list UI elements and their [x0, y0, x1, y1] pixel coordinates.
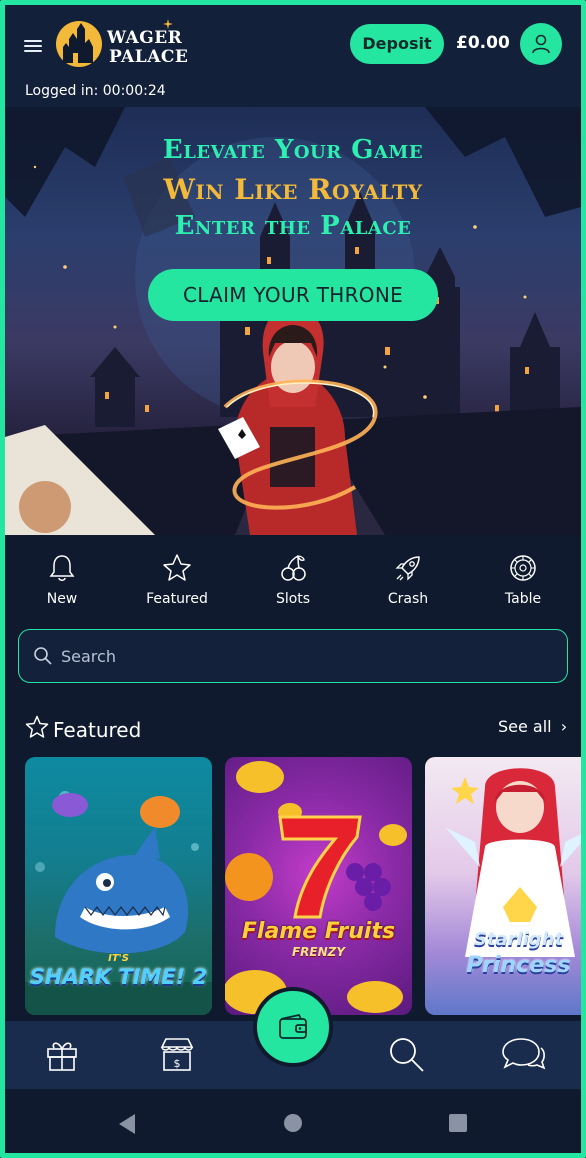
flame-fruits-art: [225, 761, 407, 1014]
wallet-button[interactable]: [253, 987, 333, 1067]
roulette-icon: [510, 555, 536, 581]
game-title-line2: SHARK TIME! 2: [29, 965, 208, 989]
see-all-label: See all: [498, 717, 552, 736]
session-timer: Logged in: 00:00:24: [25, 83, 166, 99]
wallet-icon: [279, 1013, 307, 1039]
home-icon[interactable]: [283, 1113, 303, 1133]
recents-icon[interactable]: [448, 1113, 468, 1133]
see-all-link[interactable]: See all ›: [498, 717, 567, 736]
claim-throne-button[interactable]: CLAIM YOUR THRONE: [148, 269, 438, 321]
category-label: New: [46, 591, 78, 607]
castle-moon-icon: [56, 21, 102, 67]
featured-star-icon: [25, 715, 49, 738]
logo-line2: PALACE: [109, 47, 189, 67]
category-crash[interactable]: Crash: [358, 553, 458, 607]
cherries-icon: [281, 555, 306, 581]
logo-text: WAGER PALACE: [107, 29, 188, 67]
store-icon[interactable]: $: [157, 1035, 197, 1073]
category-label: Featured: [146, 591, 208, 607]
bell-icon: [49, 555, 75, 581]
header: WAGER PALACE Deposit £0.00 Logged in: 00…: [5, 5, 581, 107]
category-table[interactable]: Table: [473, 553, 573, 607]
game-title-line2: FRENZY: [291, 945, 346, 959]
search-box[interactable]: [18, 629, 568, 683]
gift-icon[interactable]: [43, 1035, 81, 1073]
sparkle-icon: [163, 19, 173, 29]
rocket-icon: [395, 556, 420, 581]
star-icon: [163, 554, 191, 581]
svg-text:$: $: [174, 1057, 181, 1070]
hero-banner[interactable]: Elevate Your Game Win Like Royalty Enter…: [5, 107, 581, 535]
search-input[interactable]: [61, 642, 541, 670]
app-frame: WAGER PALACE Deposit £0.00 Logged in: 00…: [0, 0, 586, 1158]
hero-line-2: Win Like Royalty: [163, 173, 423, 206]
game-title-line2: Princess: [466, 953, 571, 978]
hero-illustration: [5, 107, 581, 535]
game-card-flame-fruits[interactable]: Flame Fruits FRENZY: [225, 757, 412, 1015]
category-new[interactable]: New: [12, 553, 112, 607]
menu-icon[interactable]: [24, 38, 44, 54]
category-label: Table: [504, 591, 542, 607]
chat-icon[interactable]: [499, 1035, 547, 1075]
hero-line-1: Elevate Your Game: [162, 135, 424, 165]
back-icon[interactable]: [117, 1113, 137, 1135]
search-icon: [34, 647, 52, 665]
game-title-line1: Starlight: [473, 929, 564, 950]
game-card-starlight-princess[interactable]: Starlight Princess: [425, 757, 581, 1015]
system-nav-bar: [5, 1089, 581, 1153]
search-icon[interactable]: [387, 1035, 427, 1075]
hero-line-3: Enter the Palace: [174, 211, 412, 241]
game-card-shark-time[interactable]: IT'S SHARK TIME! 2: [25, 757, 212, 1015]
featured-carousel[interactable]: IT'S SHARK TIME! 2 Flame Fruits FRENZY S…: [25, 757, 581, 1015]
user-icon: [532, 34, 550, 54]
logo[interactable]: WAGER PALACE: [55, 17, 188, 75]
category-bar: New Featured Slots Crash Table: [5, 535, 581, 625]
game-title-line1: IT'S: [108, 953, 129, 964]
game-title-line1: Flame Fruits: [241, 919, 396, 944]
balance: £0.00: [456, 33, 510, 53]
category-slots[interactable]: Slots: [243, 553, 343, 607]
category-featured[interactable]: Featured: [127, 553, 227, 607]
deposit-button[interactable]: Deposit: [350, 24, 444, 64]
chevron-right-icon: ›: [560, 717, 568, 736]
category-label: Crash: [387, 591, 429, 607]
profile-button[interactable]: [520, 23, 562, 65]
logo-line1: WAGER: [107, 28, 183, 48]
featured-title: Featured: [53, 718, 142, 742]
category-label: Slots: [275, 591, 311, 607]
